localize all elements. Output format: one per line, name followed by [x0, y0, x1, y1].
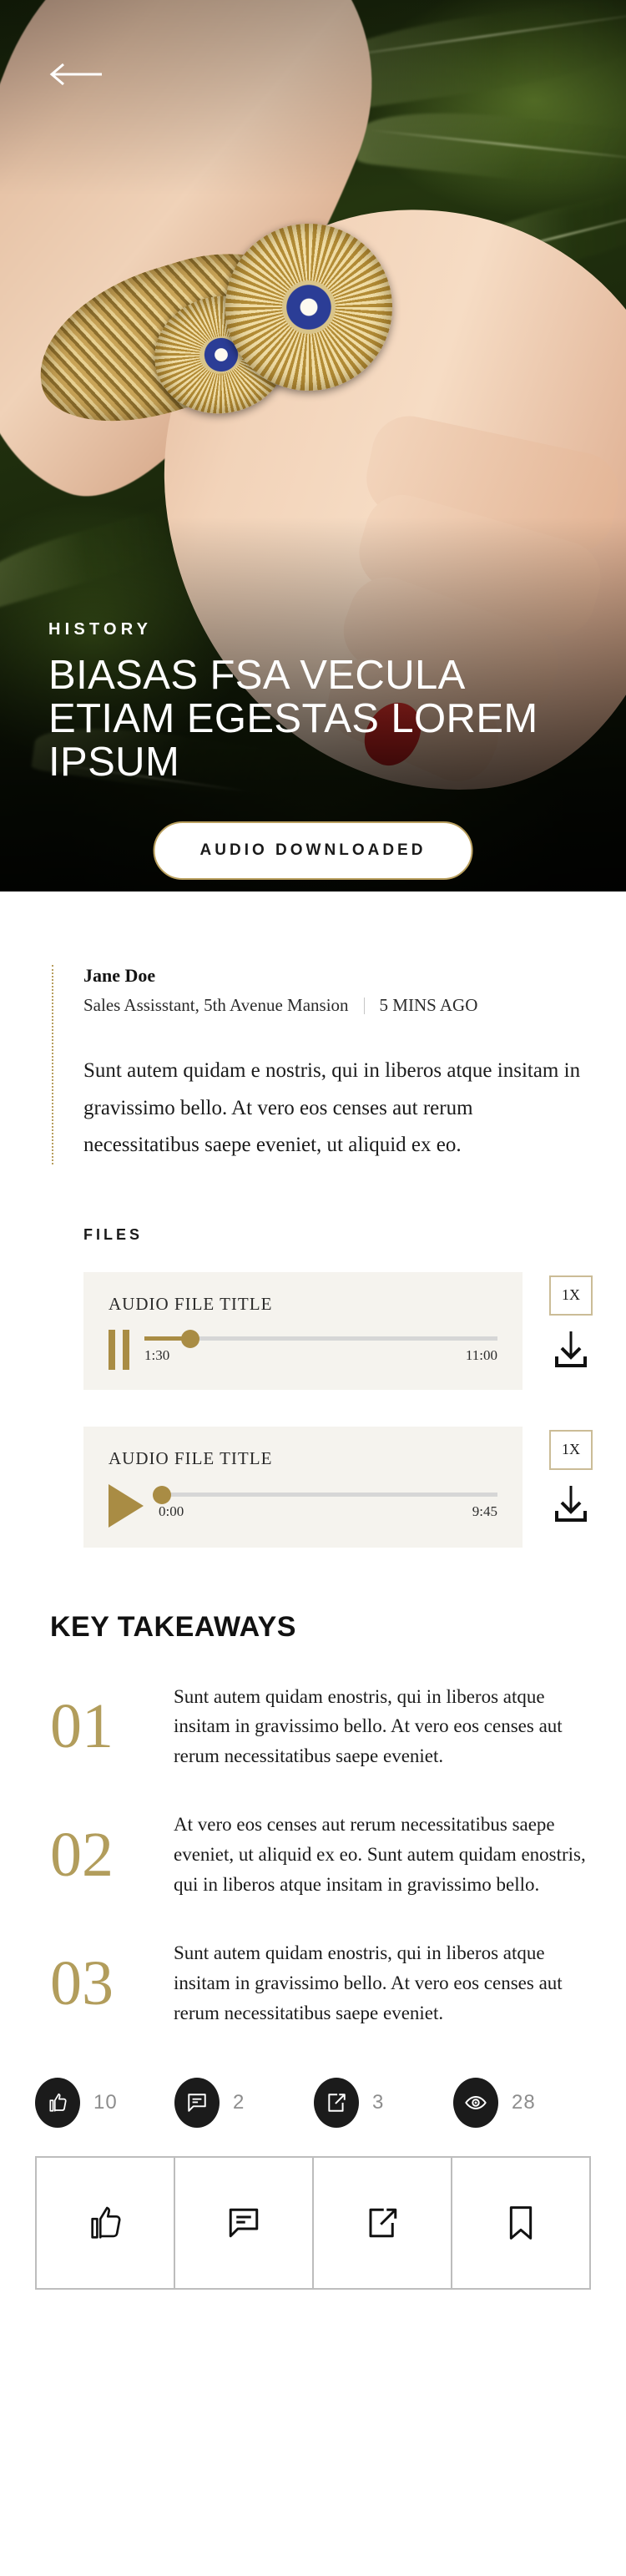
comment-icon [188, 2094, 206, 2113]
play-icon[interactable] [109, 1483, 144, 1528]
audio-file-title: AUDIO FILE TITLE [109, 1447, 273, 1468]
playback-speed-button[interactable]: 1X [549, 1275, 593, 1316]
stat-badge [453, 2078, 498, 2129]
audio-downloaded-button[interactable]: AUDIO DOWNLOADED [153, 821, 473, 880]
share-icon [369, 2209, 397, 2238]
audio-progress-slider[interactable] [144, 1329, 497, 1348]
article-body: Jane Doe Sales Assisstant, 5th Avenue Ma… [0, 965, 626, 2291]
stat-value: 28 [512, 2091, 536, 2114]
audio-player: AUDIO FILE TITLE 0:00 9:45 1X [83, 1426, 626, 1548]
total-time: 9:45 [472, 1503, 497, 1519]
stat-value: 2 [233, 2091, 245, 2114]
audio-progress-slider[interactable] [153, 1485, 497, 1504]
playback-speed-button[interactable]: 1X [549, 1429, 593, 1470]
takeaway-text: At vero eos censes aut rerum necessitati… [174, 1814, 586, 1895]
download-button[interactable] [552, 1483, 590, 1528]
byline-separator [363, 997, 365, 1014]
current-time: 0:00 [159, 1503, 184, 1519]
audio-player-card: AUDIO FILE TITLE 0:00 9:45 [83, 1426, 523, 1548]
key-takeaways-heading: KEY TAKEAWAYS [50, 1610, 296, 1643]
progress-knob[interactable] [153, 1485, 172, 1504]
back-button[interactable] [48, 60, 103, 88]
takeaway-item: 03 Sunt autem quidam enostris, qui in li… [50, 1938, 589, 2028]
stat-badge [314, 2078, 359, 2129]
arrow-left-icon [49, 63, 102, 86]
download-icon [555, 1331, 587, 1367]
byline-section: Jane Doe Sales Assisstant, 5th Avenue Ma… [0, 965, 626, 1164]
bookmark-icon [509, 2206, 533, 2240]
hero-text-block: HISTORY BIASAS FSA VECULA ETIAM EGESTAS … [48, 620, 593, 785]
takeaway-text: Sunt autem quidam enostris, qui in liber… [174, 1942, 563, 2023]
stat-value: 3 [372, 2091, 385, 2114]
download-icon [555, 1485, 587, 1522]
stat-likes[interactable]: 10 [35, 2078, 174, 2129]
pause-icon[interactable] [109, 1329, 129, 1370]
article-lede: Sunt autem quidam e nostris, qui in libe… [83, 1059, 581, 1156]
timestamp: 5 MINS AGO [379, 995, 478, 1015]
stat-comments[interactable]: 2 [174, 2078, 314, 2129]
page-title: BIASAS FSA VECULA ETIAM EGESTAS LOREM IP… [48, 653, 538, 785]
stat-badge [35, 2078, 80, 2129]
takeaway-number: 02 [50, 1819, 114, 1890]
byline-details: Sales Assisstant, 5th Avenue Mansion 5 M… [83, 995, 593, 1016]
category-kicker: HISTORY [48, 620, 153, 639]
share-icon [328, 2094, 346, 2113]
takeaway-text: Sunt autem quidam enostris, qui in liber… [174, 1685, 563, 1767]
bookmark-button[interactable] [452, 2158, 589, 2289]
files-section-label: FILES [83, 1225, 144, 1243]
takeaway-item: 01 Sunt autem quidam enostris, qui in li… [50, 1682, 589, 1772]
audio-file-title: AUDIO FILE TITLE [109, 1293, 273, 1314]
comment-icon [229, 2209, 259, 2238]
total-time: 11:00 [465, 1347, 497, 1363]
current-time: 1:30 [144, 1347, 170, 1363]
eye-icon [465, 2096, 487, 2110]
thumbs-up-icon [49, 2094, 67, 2112]
stat-value: 10 [93, 2091, 118, 2114]
share-button[interactable] [314, 2158, 452, 2289]
takeaway-item: 02 At vero eos censes aut rerum necessit… [50, 1810, 589, 1900]
thumbs-up-icon [91, 2207, 121, 2239]
audio-player-card: AUDIO FILE TITLE 1:30 11:00 [83, 1271, 523, 1390]
download-button[interactable] [552, 1329, 590, 1373]
author-name: Jane Doe [83, 965, 156, 986]
hero-header: HISTORY BIASAS FSA VECULA ETIAM EGESTAS … [0, 0, 626, 891]
progress-knob[interactable] [180, 1329, 199, 1348]
stat-shares[interactable]: 3 [314, 2078, 453, 2129]
like-button[interactable] [37, 2158, 175, 2289]
takeaway-number: 01 [50, 1691, 114, 1762]
action-bar [35, 2156, 591, 2291]
engagement-stats: 10 2 3 28 [35, 2078, 593, 2129]
stat-badge [174, 2078, 220, 2129]
audio-player: AUDIO FILE TITLE 1:30 11:00 1X [83, 1271, 626, 1390]
dotted-divider [52, 965, 53, 1164]
stat-views[interactable]: 28 [453, 2078, 593, 2129]
takeaway-number: 03 [50, 1947, 114, 2018]
author-role: Sales Assisstant, 5th Avenue Mansion [83, 995, 349, 1015]
comment-button[interactable] [175, 2158, 314, 2289]
